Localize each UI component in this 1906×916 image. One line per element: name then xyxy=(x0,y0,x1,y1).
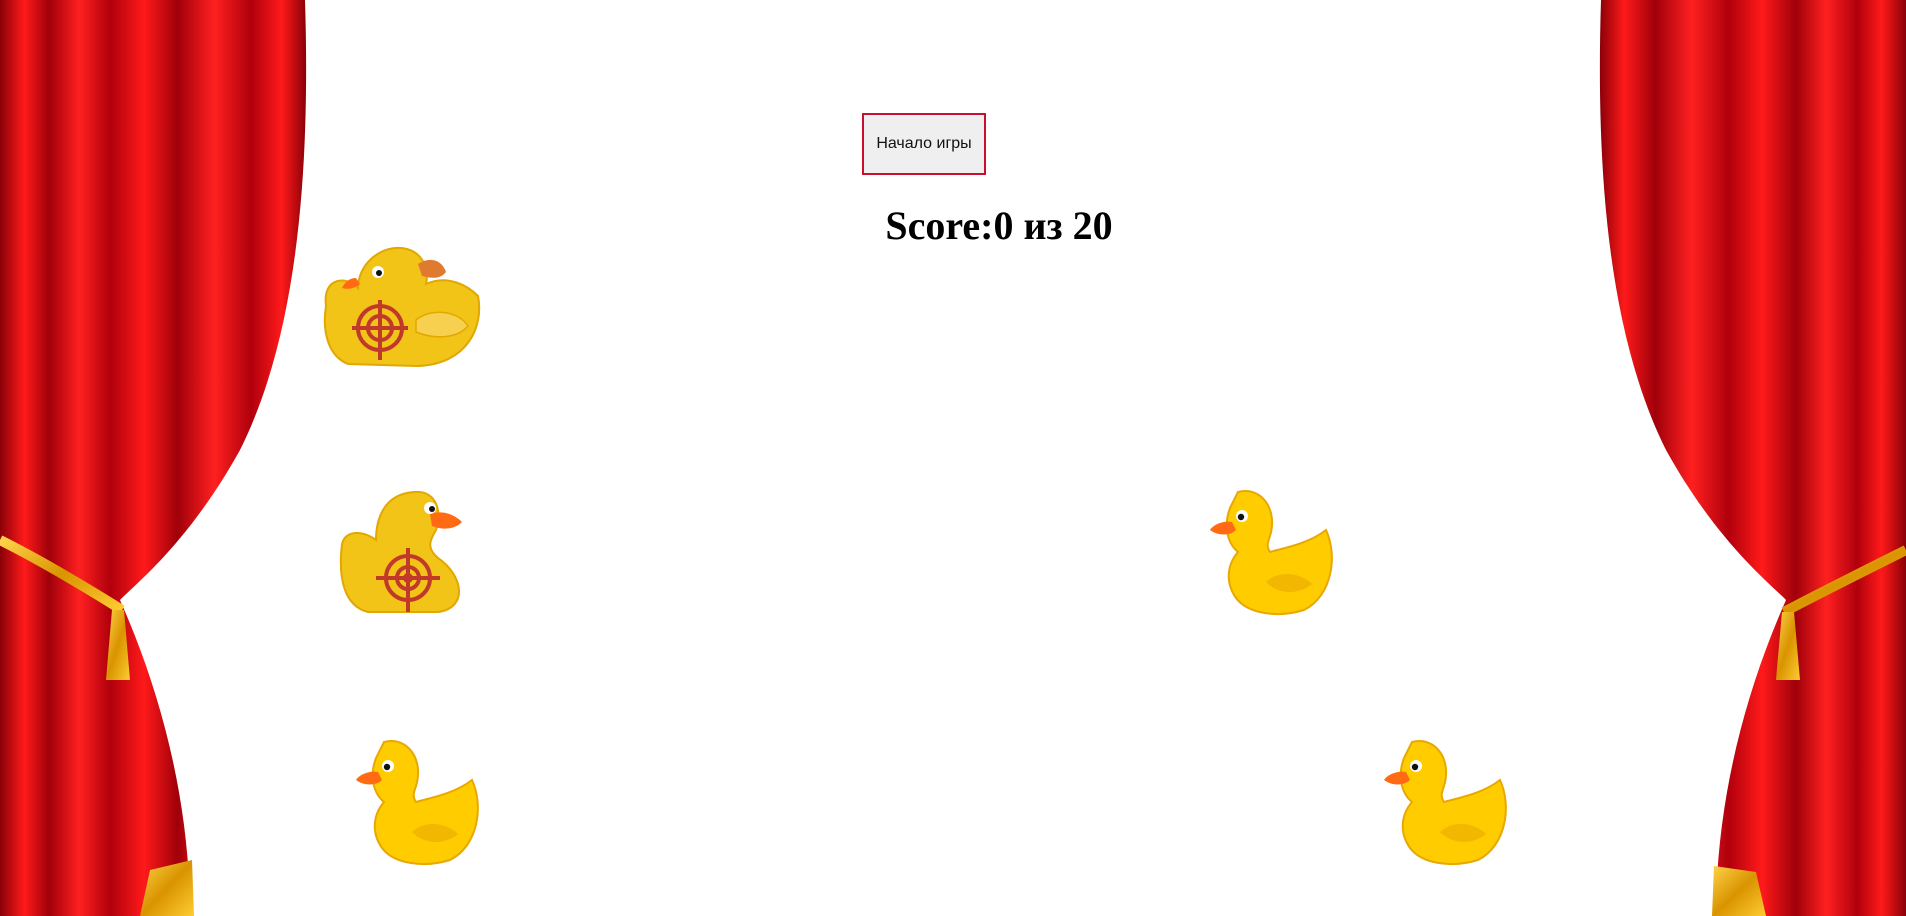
left-curtain xyxy=(0,0,320,916)
plain-duck-3[interactable] xyxy=(1382,736,1514,868)
plain-duck-2[interactable] xyxy=(1208,486,1340,618)
target-duck-1[interactable] xyxy=(318,236,486,368)
score-display: Score:0 из 20 xyxy=(0,202,1906,250)
start-game-button[interactable]: Начало игры xyxy=(862,113,986,175)
shooting-gallery-stage: Начало игры Score:0 из 20 xyxy=(0,0,1906,916)
score-total: 20 xyxy=(1072,203,1113,248)
target-duck-2[interactable] xyxy=(338,488,470,616)
right-curtain xyxy=(1586,0,1906,916)
duck-icon xyxy=(356,740,479,865)
duck-icon xyxy=(1210,490,1333,615)
duck-icon xyxy=(1384,740,1507,865)
score-value: 0 xyxy=(993,203,1014,248)
score-separator: из xyxy=(1013,203,1073,248)
duck-icon xyxy=(339,490,462,613)
plain-duck-1[interactable] xyxy=(354,736,486,868)
score-label: Score: xyxy=(885,203,994,248)
duck-icon xyxy=(323,246,481,368)
